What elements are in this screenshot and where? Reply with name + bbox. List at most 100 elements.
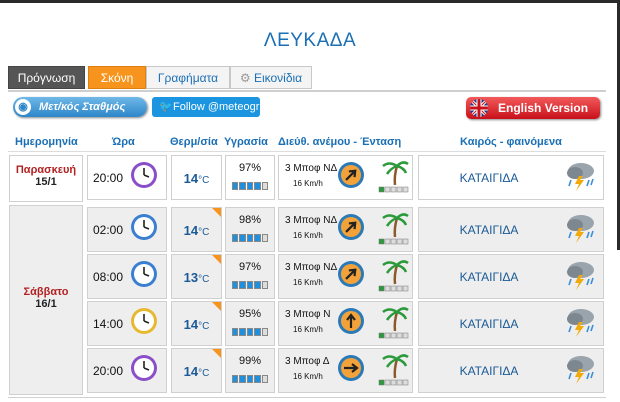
english-version-button[interactable]: English Version (466, 97, 600, 119)
wind-cell: 3 Μποφ ΝΔ 16 Km/h (278, 207, 413, 252)
weather-station-label: Μετ/κός Σταθμός (39, 101, 126, 113)
tab-charts[interactable]: Γραφήματα (146, 66, 230, 89)
bar-segment (254, 328, 261, 336)
thunderstorm-icon (563, 160, 599, 192)
bar-segment (232, 375, 239, 383)
temperature-unit: °C (198, 175, 210, 186)
twitter-follow-label: Follow @meteogr (173, 101, 260, 113)
humidity-value: 99% (238, 355, 262, 367)
info-corner-marker (212, 302, 221, 311)
humidity-bar (232, 234, 269, 242)
wind-text: 3 Μποφ ΝΔ (285, 262, 338, 273)
info-corner-marker (212, 208, 221, 217)
temperature-unit: °C (198, 274, 210, 285)
bar-segment (261, 182, 269, 190)
temperature-cell: 14°C (171, 207, 222, 252)
arrow-northeast-icon (337, 161, 365, 189)
humidity-bar (232, 375, 269, 383)
temperature-number: 14 (183, 317, 199, 332)
wind-cell: 3 Μποφ Ν 16 Km/h (278, 301, 413, 346)
tab-icons-label: Εικονίδια (253, 71, 303, 85)
time-cell: 14:00 (87, 301, 167, 346)
bar-segment (261, 375, 269, 383)
arrow-northeast-icon (337, 213, 365, 241)
humidity-value: 95% (238, 308, 262, 320)
temperature-number: 14 (183, 364, 199, 379)
station-icon: ◉ (15, 99, 31, 115)
header-temp: Θερμ/σία (170, 136, 218, 148)
bar-segment (246, 328, 254, 336)
bar-segment (232, 281, 239, 289)
palm-tree-icon (377, 304, 411, 340)
clock-purple-icon (130, 354, 158, 382)
humidity-bar (232, 182, 269, 190)
thunderstorm-icon (563, 353, 599, 385)
palm-tree-icon (377, 210, 411, 246)
humidity-value: 98% (238, 214, 262, 226)
weather-cell: ΚΑΤΑΙΓΙΔΑ (418, 301, 604, 346)
time-label: 08:00 (93, 270, 124, 284)
temperature-value: 14°C (172, 364, 221, 379)
temperature-unit: °C (198, 321, 210, 332)
temperature-value: 14°C (172, 171, 221, 186)
tab-dust[interactable]: Σκόνη (88, 66, 146, 89)
arrow-east-icon (337, 354, 365, 382)
wind-speed: 16 Km/h (293, 278, 323, 287)
twitter-follow-button[interactable]: 🐦 Follow @meteogr (152, 97, 260, 117)
humidity-cell: 95% (225, 301, 275, 346)
humidity-cell: 97% (225, 254, 275, 299)
uk-flag-icon (470, 99, 488, 117)
english-version-label: English Version (498, 101, 589, 115)
day-name: Σάββατο (23, 286, 69, 298)
temperature-cell: 14°C (171, 348, 222, 393)
bar-segment (246, 234, 254, 242)
wind-speed: 16 Km/h (293, 372, 323, 381)
arrow-northeast-icon (337, 260, 365, 288)
humidity-cell: 99% (225, 348, 275, 393)
weather-cell: ΚΑΤΑΙΓΙΔΑ (418, 155, 604, 200)
gear-icon: ⚙ (239, 71, 251, 85)
header-date: Ημερομηνία (15, 136, 78, 148)
page-title: ΛΕΥΚΑΔΑ (263, 30, 357, 51)
temperature-cell: 14°C (171, 301, 222, 346)
thunderstorm-icon (563, 259, 599, 291)
humidity-cell: 97% (225, 155, 275, 200)
wind-cell: 3 Μποφ ΝΔ 16 Km/h (278, 254, 413, 299)
tab-icons[interactable]: ⚙ Εικονίδια (230, 66, 312, 89)
day-cell-friday: Παρασκευή 15/1 (9, 155, 83, 202)
humidity-value: 97% (238, 162, 262, 174)
palm-tree-icon (377, 351, 411, 387)
weather-cell: ΚΑΤΑΙΓΙΔΑ (418, 348, 604, 393)
header-weather: Καιρός - φαινόμενα (460, 136, 562, 148)
weather-description: ΚΑΤΑΙΓΙΔΑ (459, 270, 519, 284)
bar-segment (232, 328, 239, 336)
day-date: 16/1 (35, 298, 57, 310)
weather-station-button[interactable]: ◉ Μετ/κός Σταθμός (13, 97, 147, 117)
bar-segment (239, 234, 246, 242)
time-cell: 02:00 (87, 207, 167, 252)
humidity-cell: 98% (225, 207, 275, 252)
twitter-bird-icon: 🐦 (159, 101, 173, 113)
humidity-bar (232, 281, 269, 289)
weather-description: ΚΑΤΑΙΓΙΔΑ (459, 317, 519, 331)
bar-segment (254, 281, 261, 289)
bar-segment (254, 182, 261, 190)
clock-blue-icon (130, 260, 158, 288)
weather-description: ΚΑΤΑΙΓΙΔΑ (459, 171, 519, 185)
bar-segment (232, 182, 239, 190)
weather-description: ΚΑΤΑΙΓΙΔΑ (459, 364, 519, 378)
top-border (0, 0, 620, 3)
bar-segment (232, 234, 239, 242)
day-date: 15/1 (35, 176, 57, 188)
time-label: 20:00 (93, 171, 124, 185)
time-cell: 20:00 (87, 155, 167, 200)
humidity-bar (232, 328, 269, 336)
weather-cell: ΚΑΤΑΙΓΙΔΑ (418, 207, 604, 252)
header-wind: Διεύθ. ανέμου - Ένταση (278, 136, 402, 148)
humidity-value: 97% (238, 261, 262, 273)
wind-text: 3 Μποφ ΝΔ (285, 163, 338, 174)
tab-forecast[interactable]: Πρόγνωση (8, 66, 85, 89)
tab-underline (8, 90, 606, 92)
time-cell: 08:00 (87, 254, 167, 299)
bar-segment (239, 328, 246, 336)
